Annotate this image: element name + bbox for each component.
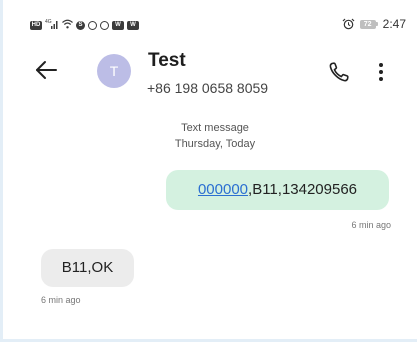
alarm-icon [342,18,355,30]
call-button[interactable] [327,60,351,84]
contact-name[interactable]: Test [148,50,186,72]
more-vertical-icon [379,63,383,67]
location-icon [100,20,109,30]
contact-number: +86 198 0658 8059 [147,80,269,96]
incoming-message-time: 6 min ago [41,295,81,305]
back-arrow-icon [36,61,57,79]
wifi-icon [62,19,73,31]
outgoing-message-time: 6 min ago [351,220,391,230]
back-button[interactable] [32,56,60,84]
status-time: 2:47 [382,17,406,31]
phone-icon [329,62,349,82]
incoming-message-bubble[interactable]: B11,OK [41,249,134,287]
status-bar: HD 4G S W W 72 2:47 [0,0,417,31]
signal-label: 4G [45,19,52,25]
whatsapp-icon [88,20,97,30]
app-w2-icon: W [127,20,139,30]
message-link[interactable]: 000000 [198,181,248,198]
conversation-info: Text message Thursday, Today [150,120,280,152]
contact-avatar[interactable]: T [97,54,131,88]
more-options-button[interactable] [376,60,386,84]
date-label: Thursday, Today [174,138,256,150]
battery-icon: 72 [359,19,378,29]
channel-label: Text message [181,122,249,134]
status-icons-left: HD 4G S W W [30,19,139,31]
hd-badge-icon: HD [30,20,42,30]
app-s-icon: S [76,20,85,30]
message-text: ,B11,134209566 [248,181,358,198]
left-edge-strip [0,0,3,342]
signal-icon: 4G [45,19,59,31]
app-w-icon: W [112,20,124,30]
outgoing-message-bubble[interactable]: 000000,B11,134209566 [166,170,389,210]
battery-level: 72 [359,19,376,29]
status-icons-right: 72 2:47 [342,17,406,31]
messaging-screen: HD 4G S W W 72 2:47 T Test +86 198 0658 … [0,0,417,342]
